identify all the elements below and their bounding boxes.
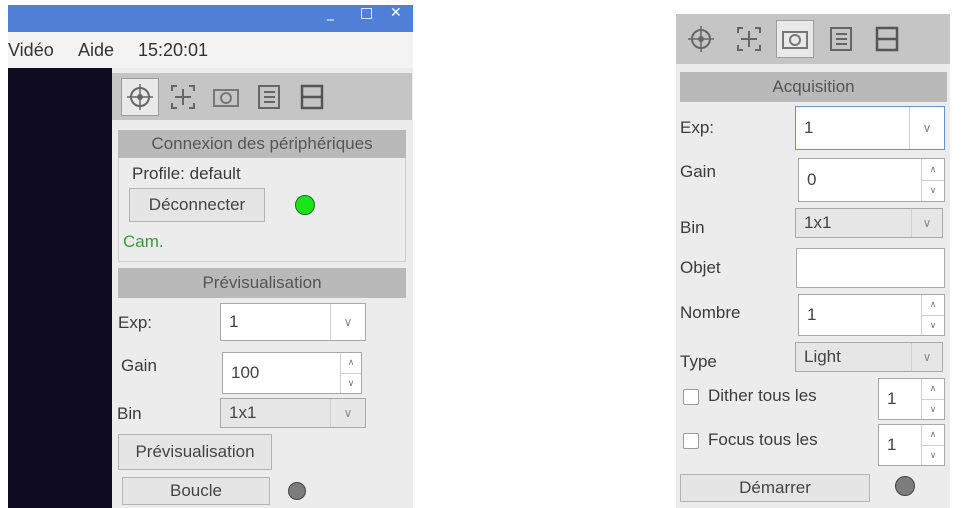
focus-value: 1 (887, 435, 897, 454)
camera-icon[interactable] (776, 20, 814, 58)
chevron-down-icon[interactable]: ∨ (911, 209, 942, 237)
profile-label: Profile: default (132, 164, 241, 183)
chevron-down-icon[interactable]: ∨ (909, 107, 944, 149)
chevron-down-icon[interactable]: ∨ (922, 179, 944, 202)
chevron-down-icon[interactable]: ∨ (330, 304, 365, 340)
chevron-up-icon[interactable]: ∧ (922, 379, 944, 399)
dither-spinbox[interactable]: 1 ∧ ∨ (878, 378, 945, 420)
gain-spinbox[interactable]: 100 ∧ ∨ (222, 352, 362, 394)
focus-label: Focus tous les (708, 430, 818, 449)
chevron-down-icon[interactable]: ∨ (341, 372, 361, 394)
count-label: Nombre (680, 303, 741, 322)
acq-bin-label: Bin (680, 218, 705, 237)
acq-exp-label: Exp: (680, 118, 715, 137)
connection-status-led (295, 195, 315, 215)
focus-icon[interactable] (730, 20, 768, 58)
object-label: Objet (680, 258, 721, 277)
acq-gain-value: 0 (807, 170, 817, 189)
loop-status-led (288, 482, 306, 500)
exp-combobox[interactable]: 1 ∨ (220, 303, 366, 341)
dither-value: 1 (887, 389, 897, 408)
minimize-button[interactable]: _ (327, 6, 334, 20)
chevron-down-icon[interactable]: ∨ (922, 314, 944, 336)
focus-checkbox[interactable] (683, 433, 699, 449)
camera-icon[interactable] (207, 78, 245, 116)
acq-bin-value: 1x1 (804, 213, 832, 232)
maximize-button[interactable]: □ (360, 6, 373, 20)
acq-bin-combobox[interactable]: 1x1 ∨ (795, 208, 943, 238)
chevron-up-icon[interactable]: ∧ (922, 295, 944, 315)
save-icon[interactable] (293, 78, 331, 116)
acq-exp-combobox[interactable]: 1 ∨ (795, 106, 945, 150)
bin-combobox[interactable]: 1x1 ∨ (220, 398, 366, 428)
menu-bar (8, 32, 413, 68)
preview-button[interactable]: Prévisualisation (118, 434, 272, 470)
count-value: 1 (807, 305, 817, 324)
chevron-down-icon[interactable]: ∨ (922, 398, 944, 420)
chevron-down-icon[interactable]: ∨ (922, 444, 944, 466)
title-bar (8, 5, 413, 32)
menu-help[interactable]: Aide (78, 40, 114, 61)
count-spinbox[interactable]: 1 ∧ ∨ (798, 294, 945, 336)
close-button[interactable]: ✕ (390, 6, 402, 20)
connection-header: Connexion des périphériques (118, 130, 406, 158)
menu-video[interactable]: Vidéo (8, 40, 54, 61)
type-value: Light (804, 347, 841, 366)
acquisition-header: Acquisition (680, 72, 947, 102)
camera-status-label: Cam. (123, 232, 164, 251)
focus-icon[interactable] (164, 78, 202, 116)
focus-stepper[interactable]: ∧ ∨ (921, 425, 944, 465)
object-input[interactable] (796, 248, 945, 288)
chevron-up-icon[interactable]: ∧ (922, 159, 944, 180)
image-preview-area (8, 68, 112, 508)
crosshair-icon[interactable] (682, 20, 720, 58)
dither-stepper[interactable]: ∧ ∨ (921, 379, 944, 419)
focus-spinbox[interactable]: 1 ∧ ∨ (878, 424, 945, 466)
chevron-down-icon[interactable]: ∨ (911, 343, 942, 371)
exp-label: Exp: (118, 313, 153, 332)
chevron-up-icon[interactable]: ∧ (922, 425, 944, 445)
start-button[interactable]: Démarrer (680, 474, 870, 502)
crosshair-icon[interactable] (121, 78, 159, 116)
count-stepper[interactable]: ∧ ∨ (921, 295, 944, 335)
acq-gain-label: Gain (680, 162, 716, 181)
type-label: Type (680, 352, 717, 371)
list-icon[interactable] (822, 20, 860, 58)
preview-header: Prévisualisation (118, 268, 406, 298)
clock-display: 15:20:01 (138, 40, 209, 60)
acq-gain-stepper[interactable]: ∧ ∨ (921, 159, 944, 201)
exp-value: 1 (229, 312, 239, 331)
dither-label: Dither tous les (708, 386, 817, 405)
acq-gain-spinbox[interactable]: 0 ∧ ∨ (798, 158, 945, 202)
toolbar (676, 14, 950, 64)
chevron-down-icon[interactable]: ∨ (330, 399, 365, 427)
disconnect-button[interactable]: Déconnecter (129, 188, 265, 222)
save-icon[interactable] (868, 20, 906, 58)
type-combobox[interactable]: Light ∨ (795, 342, 943, 372)
gain-value: 100 (231, 363, 260, 382)
start-status-led (895, 476, 915, 496)
toolbar (112, 73, 412, 120)
bin-value: 1x1 (229, 403, 257, 422)
loop-button[interactable]: Boucle (122, 477, 270, 505)
bin-label: Bin (117, 404, 142, 423)
chevron-up-icon[interactable]: ∧ (341, 353, 361, 373)
acq-exp-value[interactable]: 1 (796, 118, 909, 138)
list-icon[interactable] (250, 78, 288, 116)
dither-checkbox[interactable] (683, 389, 699, 405)
gain-label: Gain (121, 356, 157, 375)
gain-stepper[interactable]: ∧ ∨ (340, 353, 361, 393)
